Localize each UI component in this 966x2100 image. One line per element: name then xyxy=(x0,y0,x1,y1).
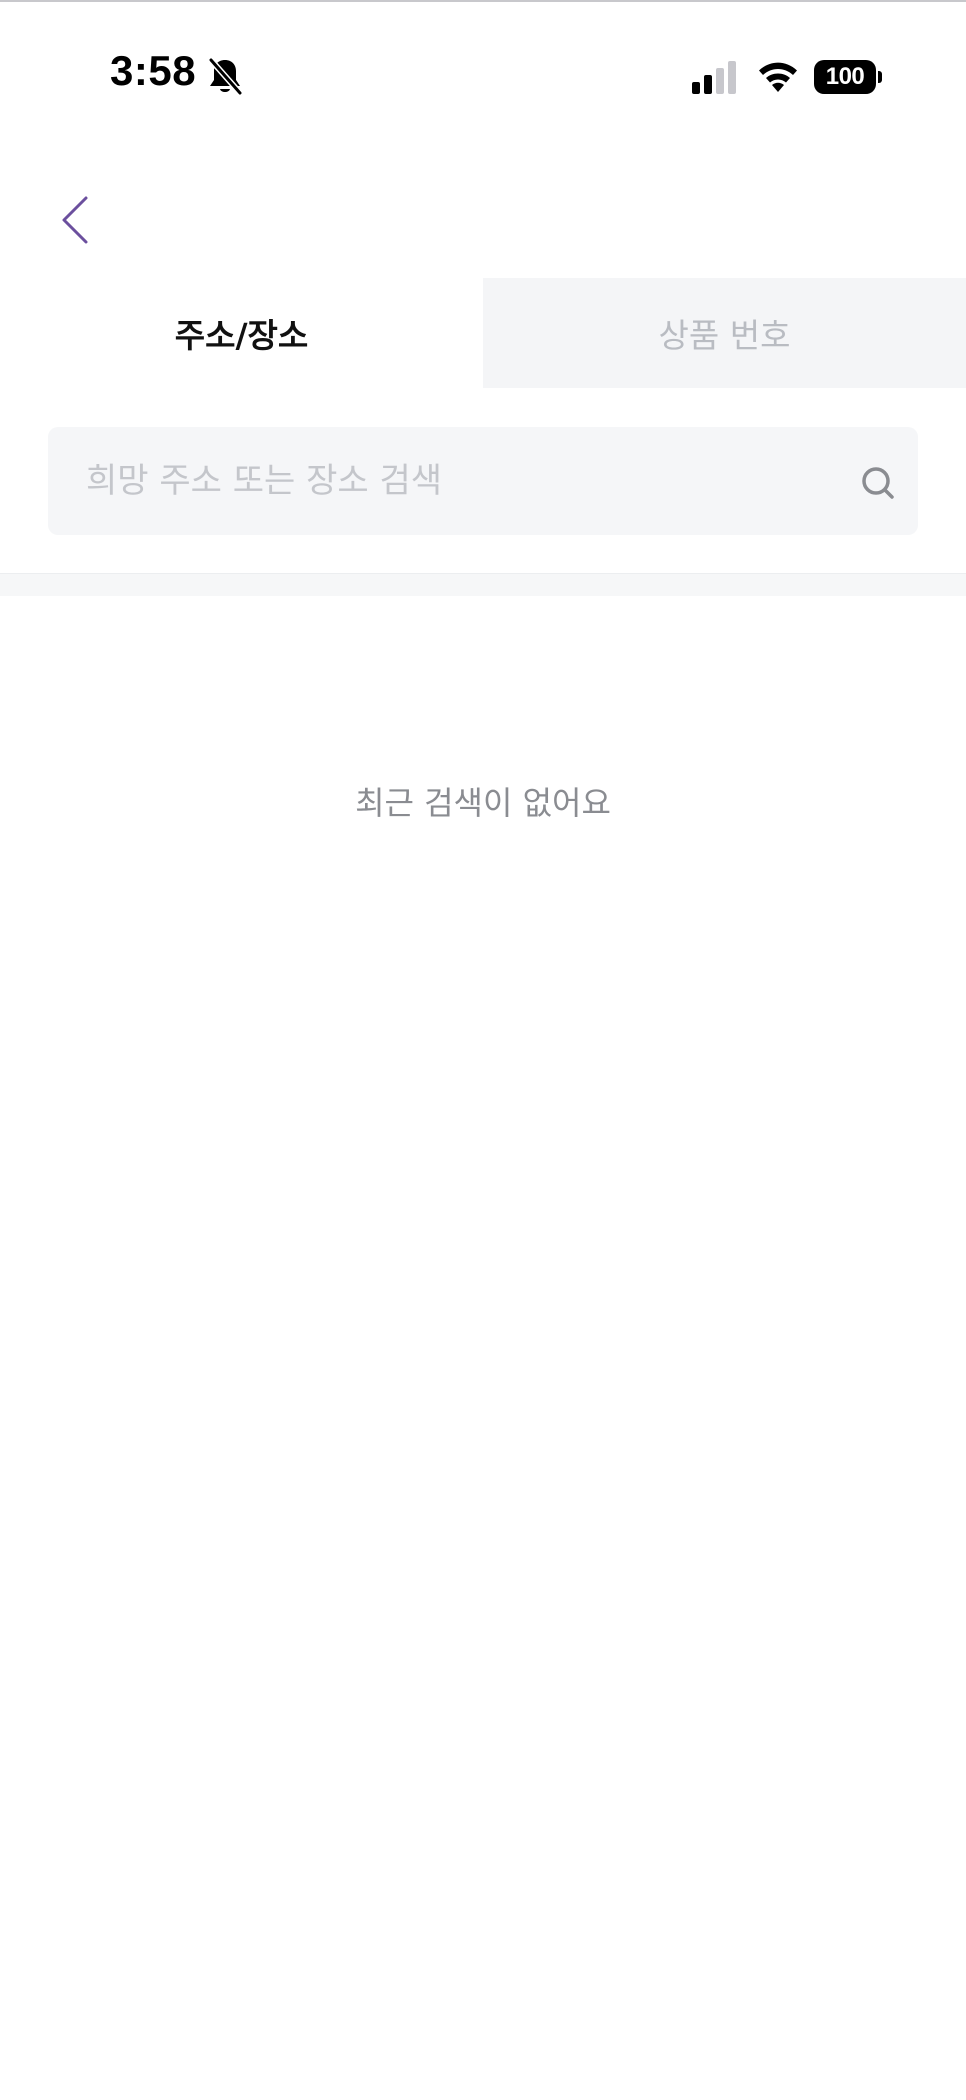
wifi-icon xyxy=(759,62,797,92)
status-time: 3:58 xyxy=(110,47,197,94)
battery-icon: 100 xyxy=(814,60,882,94)
search-box xyxy=(48,427,918,535)
chevron-left-icon xyxy=(62,196,88,244)
battery-level: 100 xyxy=(814,60,876,94)
status-bar: 3:58 100 xyxy=(0,0,966,150)
recent-search-empty-message: 최근 검색이 없어요 xyxy=(355,784,611,822)
battery-tip xyxy=(878,71,882,83)
bell-slash-icon xyxy=(208,57,243,96)
section-divider xyxy=(0,573,966,596)
tab-label: 상품 번호 xyxy=(658,316,791,355)
tab-label: 주소/장소 xyxy=(174,316,309,355)
search-type-tabs: 주소/장소 상품 번호 xyxy=(0,278,966,388)
signal-icon xyxy=(692,61,736,94)
back-button[interactable] xyxy=(40,180,110,260)
search-input[interactable] xyxy=(86,427,846,535)
tab-address-place[interactable]: 주소/장소 xyxy=(0,278,483,388)
search-icon[interactable] xyxy=(858,463,898,503)
tab-product-number[interactable]: 상품 번호 xyxy=(483,278,966,388)
